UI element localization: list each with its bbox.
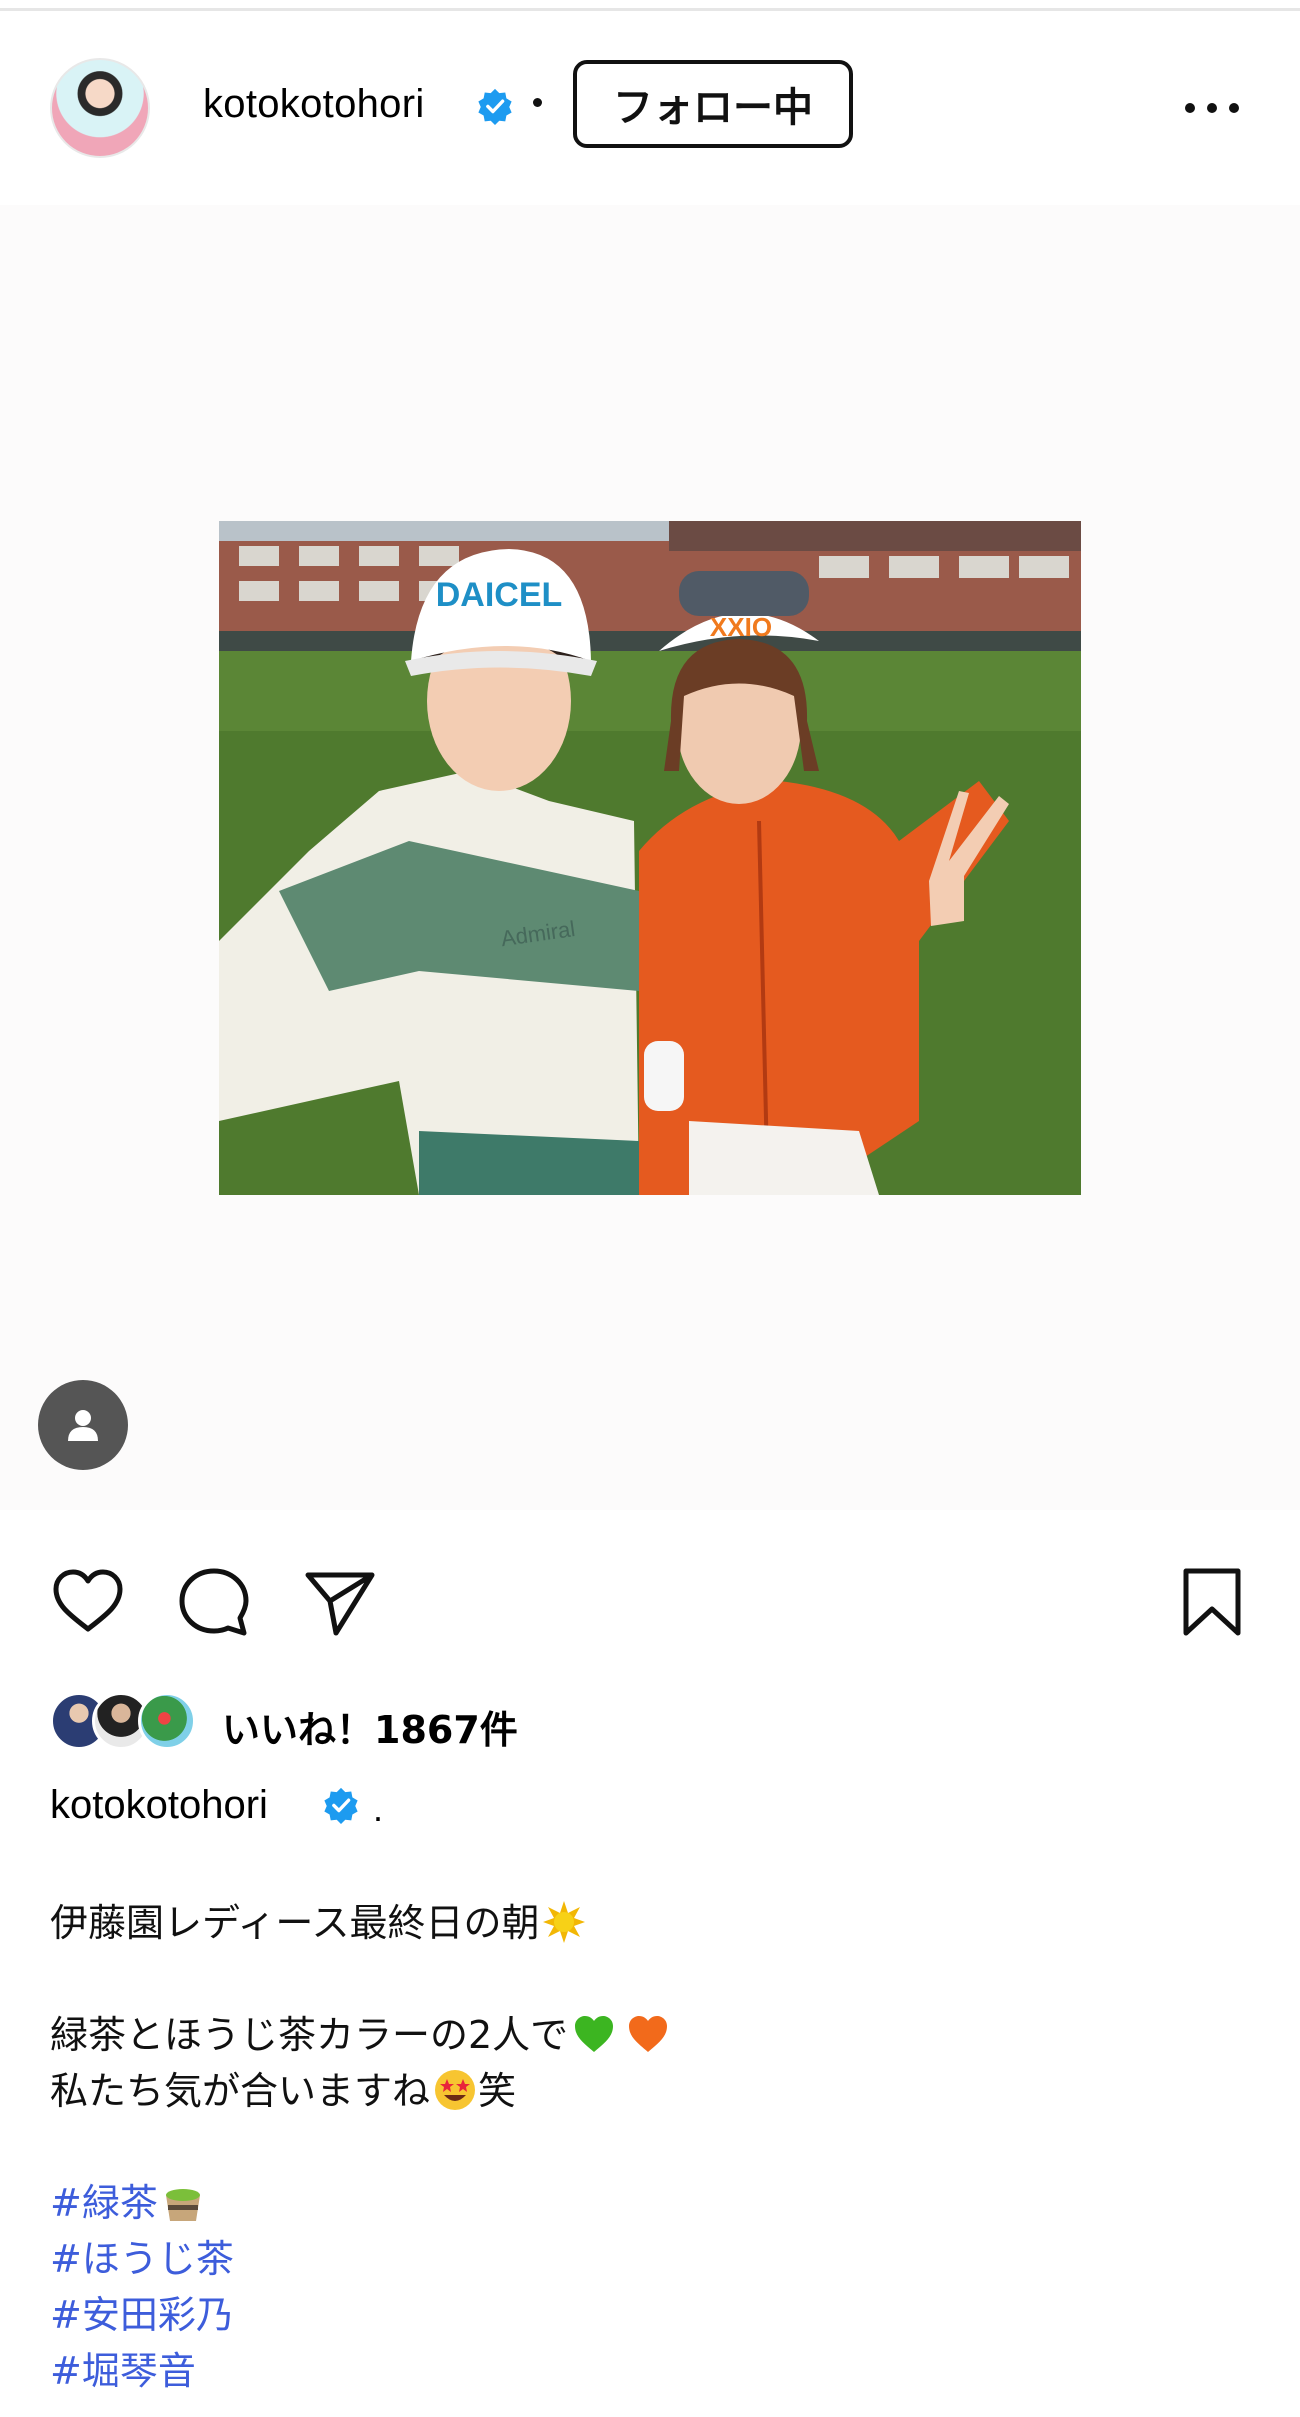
- caption-line: 私たち気が合いますね: [50, 2069, 431, 2113]
- green-heart-icon: [575, 2016, 614, 2052]
- orange-heart-icon: [629, 2016, 668, 2052]
- bookmark-icon[interactable]: [1174, 1565, 1250, 1641]
- verified-badge-icon: [478, 88, 512, 125]
- post-media[interactable]: DAICEL XXIO Admiral: [0, 205, 1300, 1510]
- liker-avatar: [138, 1692, 196, 1750]
- tea-emoji-icon: [165, 2189, 200, 2221]
- likes-row[interactable]: いいね！1867件: [50, 1687, 1250, 1757]
- caption-line: 伊藤園レディース最終日の朝: [50, 1901, 540, 1945]
- hashtag-link[interactable]: #ほうじ茶: [50, 2237, 234, 2281]
- caption-period: .: [373, 1788, 384, 1829]
- person-tag-icon: [68, 1410, 98, 1441]
- caption-line: 緑茶とほうじ茶カラーの2人で: [50, 2013, 569, 2057]
- caption-body: 伊藤園レディース最終日の朝 緑茶とほうじ茶カラーの2人で 私たち気が合いますね 笑…: [50, 1895, 1250, 2399]
- hashtag-link[interactable]: #緑茶: [50, 2181, 158, 2225]
- action-bar: [0, 1565, 1300, 1645]
- status-divider: [0, 8, 1300, 11]
- following-button[interactable]: フォロー中: [573, 60, 853, 148]
- heart-icon[interactable]: [50, 1565, 126, 1641]
- separator-dot: [533, 98, 542, 107]
- send-icon[interactable]: [302, 1565, 378, 1641]
- comment-icon[interactable]: [176, 1565, 252, 1641]
- caption-username[interactable]: kotokotohori: [50, 1783, 268, 1828]
- hashtag-link[interactable]: #安田彩乃: [50, 2293, 234, 2337]
- post-photo: DAICEL XXIO Admiral: [219, 521, 1081, 1195]
- star-eyes-emoji-icon: [435, 2070, 476, 2110]
- post-header: kotokotohori フォロー中: [0, 44, 1300, 174]
- more-dots-icon[interactable]: [1182, 98, 1242, 118]
- person-tag-button[interactable]: [38, 1380, 128, 1470]
- caption-line: 笑: [478, 2069, 517, 2113]
- hashtag-link[interactable]: #堀琴音: [50, 2349, 196, 2393]
- profile-avatar[interactable]: [50, 58, 150, 158]
- username[interactable]: kotokotohori: [203, 82, 425, 127]
- sun-emoji-icon: [543, 1901, 586, 1943]
- verified-badge-icon: [324, 1787, 358, 1824]
- cap-left-logo: DAICEL: [436, 576, 563, 614]
- cap-right-logo: XXIO: [710, 612, 772, 642]
- likes-count[interactable]: いいね！1867件: [222, 1699, 518, 1754]
